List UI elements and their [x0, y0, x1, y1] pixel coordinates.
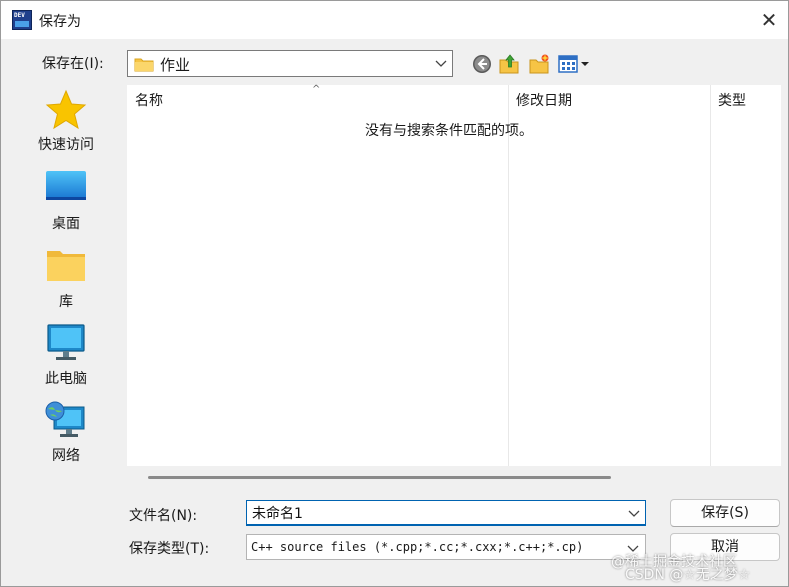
- sort-ascending-icon: ^: [312, 84, 321, 95]
- chevron-down-icon[interactable]: [434, 56, 448, 70]
- place-label: 库: [59, 294, 73, 310]
- place-network[interactable]: 网络: [11, 399, 121, 469]
- view-menu-icon[interactable]: [558, 53, 592, 75]
- column-divider[interactable]: [508, 85, 509, 466]
- filetype-label: 保存类型(T):: [129, 541, 210, 557]
- window-title: 保存为: [39, 14, 81, 30]
- back-icon[interactable]: [471, 53, 493, 75]
- filetype-value: C++ source files (*.cpp;*.cc;*.cxx;*.c++…: [251, 540, 584, 554]
- location-combo[interactable]: 作业: [127, 50, 453, 77]
- column-header-type[interactable]: 类型: [718, 90, 746, 110]
- dev-cpp-app-icon: DEV: [12, 10, 32, 30]
- filename-input[interactable]: [246, 500, 646, 526]
- horizontal-scrollbar[interactable]: [127, 466, 781, 484]
- column-divider[interactable]: [710, 85, 711, 466]
- place-label: 快速访问: [38, 137, 94, 153]
- folder-icon: [47, 251, 85, 281]
- app-icon-text: DEV: [14, 12, 25, 19]
- monitor-icon: [47, 324, 85, 360]
- close-icon[interactable]: ✕: [756, 7, 782, 33]
- save-as-dialog: DEV 保存为 ✕ 保存在(I): 作业 快速访问 桌面 库 此电脑 网络 名称…: [0, 0, 789, 587]
- chevron-down-icon[interactable]: [627, 506, 641, 520]
- folder-icon: [134, 58, 154, 72]
- location-value: 作业: [160, 56, 191, 74]
- title-bar: DEV 保存为 ✕: [1, 1, 788, 39]
- column-header-modified[interactable]: 修改日期: [516, 90, 572, 110]
- star-icon: [45, 89, 87, 130]
- place-library[interactable]: 库: [11, 245, 121, 315]
- app-icon-bar: [15, 21, 29, 27]
- scrollbar-thumb[interactable]: [148, 476, 611, 479]
- file-list[interactable]: 名称 ^ 修改日期 类型 没有与搜索条件匹配的项。: [127, 84, 781, 466]
- save-button[interactable]: 保存(S): [670, 499, 780, 527]
- place-quick-access[interactable]: 快速访问: [11, 88, 121, 158]
- empty-list-message: 没有与搜索条件匹配的项。: [365, 123, 533, 139]
- place-label: 网络: [52, 448, 80, 464]
- column-header-name[interactable]: 名称: [135, 90, 163, 110]
- desktop-icon: [46, 171, 86, 200]
- network-icon: [45, 401, 85, 437]
- filename-label: 文件名(N):: [129, 508, 198, 524]
- new-folder-icon[interactable]: [528, 53, 550, 75]
- up-folder-icon[interactable]: [498, 53, 520, 75]
- place-desktop[interactable]: 桌面: [11, 167, 121, 237]
- places-bar: 快速访问 桌面 库 此电脑 网络: [11, 84, 121, 479]
- place-label: 此电脑: [45, 371, 87, 387]
- save-in-label: 保存在(I):: [42, 56, 104, 72]
- watermark-text: CSDN @☆无之梦☆: [625, 567, 751, 583]
- place-label: 桌面: [52, 216, 80, 232]
- filetype-select[interactable]: C++ source files (*.cpp;*.cc;*.cxx;*.c++…: [246, 534, 646, 560]
- place-this-pc[interactable]: 此电脑: [11, 322, 121, 392]
